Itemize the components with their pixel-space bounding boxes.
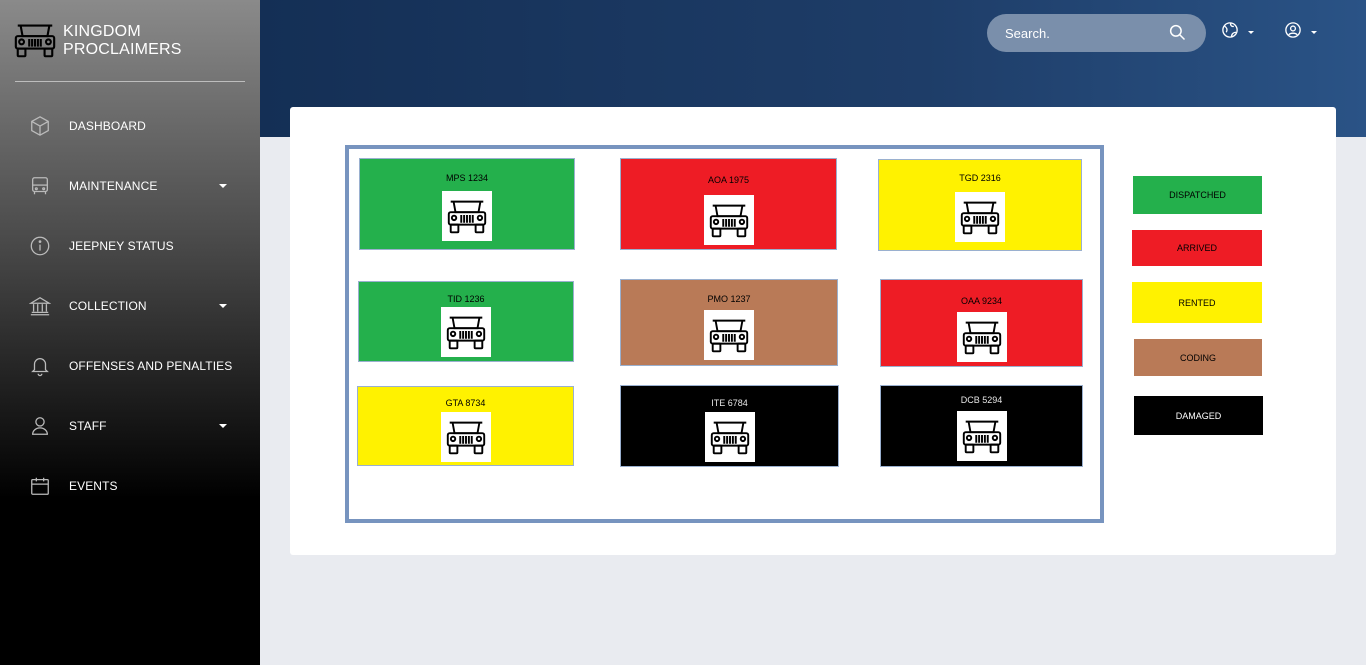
brand[interactable]: KINGDOM PROCLAIMERS	[12, 18, 260, 64]
calendar-icon	[28, 474, 52, 498]
bank-icon	[28, 294, 52, 318]
sidebar-item-jeepney-status[interactable]: JEEPNEY STATUS	[0, 216, 260, 276]
sidebar-item-dashboard[interactable]: DASHBOARD	[0, 96, 260, 156]
jeep-icon	[956, 411, 1007, 461]
plate-number: GTA 8734	[445, 398, 486, 408]
user-icon	[28, 414, 52, 438]
jeepney-tile[interactable]: ITE 6784	[620, 385, 839, 467]
jeep-icon	[956, 312, 1007, 362]
plate-number: DCB 5294	[960, 395, 1003, 405]
jeep-icon	[703, 195, 754, 245]
globe-icon	[1221, 21, 1239, 44]
user-circle-icon	[1284, 21, 1302, 44]
plate-number: ITE 6784	[711, 398, 748, 408]
chevron-down-icon[interactable]	[219, 184, 227, 188]
legend-rented: RENTED	[1132, 282, 1262, 323]
jeepney-tile[interactable]: AOA 1975	[620, 158, 837, 250]
user-menu-button[interactable]	[1284, 21, 1317, 44]
chevron-down-icon	[1311, 30, 1317, 34]
plate-number: AOA 1975	[707, 175, 750, 185]
chevron-down-icon	[1248, 30, 1254, 34]
sidebar-item-label: STAFF	[69, 419, 107, 433]
bus-icon	[28, 174, 52, 198]
sidebar-item-label: OFFENSES AND PENALTIES	[69, 359, 233, 373]
brand-title: KINGDOM PROCLAIMERS	[63, 23, 182, 58]
plate-number: PMO 1237	[707, 294, 751, 304]
sidebar-item-collection[interactable]: COLLECTION	[0, 276, 260, 336]
plate-number: MPS 1234	[445, 173, 489, 183]
legend-dispatched: DISPATCHED	[1133, 176, 1262, 214]
jeepney-board: MPS 1234 AOA 1975 TGD 2316 TID 1236 PMO …	[345, 145, 1104, 523]
chevron-down-icon[interactable]	[219, 424, 227, 428]
plate-number: TID 1236	[447, 294, 485, 304]
legend-damaged: DAMAGED	[1134, 396, 1263, 435]
jeep-icon	[704, 310, 754, 360]
jeepney-tile[interactable]: OAA 9234	[880, 279, 1083, 367]
jeepney-tile[interactable]: TGD 2316	[878, 159, 1082, 251]
legend-coding: CODING	[1134, 339, 1262, 376]
brand-divider	[15, 81, 245, 82]
jeepney-tile[interactable]: MPS 1234	[359, 158, 575, 250]
jeep-icon	[441, 307, 491, 357]
sidebar-item-label: MAINTENANCE	[69, 179, 158, 193]
search-icon[interactable]	[1168, 23, 1188, 43]
jeepney-tile[interactable]: GTA 8734	[357, 386, 574, 466]
sidebar-nav: DASHBOARD MAINTENANCE JEEPNEY STATUS COL…	[0, 96, 260, 516]
plate-number: OAA 9234	[960, 296, 1003, 306]
language-menu-button[interactable]	[1221, 21, 1254, 44]
sidebar: KINGDOM PROCLAIMERS DASHBOARD MAINTENANC…	[0, 0, 260, 665]
jeep-icon	[704, 412, 755, 462]
sidebar-item-label: EVENTS	[69, 479, 118, 493]
chevron-down-icon[interactable]	[219, 304, 227, 308]
legend-arrived: ARRIVED	[1132, 230, 1262, 266]
jeepney-tile[interactable]: TID 1236	[358, 281, 574, 362]
info-icon	[28, 234, 52, 258]
sidebar-item-label: JEEPNEY STATUS	[69, 239, 174, 253]
sidebar-item-label: DASHBOARD	[69, 119, 146, 133]
search-input[interactable]	[1005, 25, 1155, 41]
jeepney-tile[interactable]: PMO 1237	[620, 279, 838, 366]
jeep-icon	[440, 412, 491, 462]
bell-icon	[28, 354, 52, 378]
sidebar-item-staff[interactable]: STAFF	[0, 396, 260, 456]
jeepney-tile[interactable]: DCB 5294	[880, 385, 1083, 467]
jeepney-status-card: MPS 1234 AOA 1975 TGD 2316 TID 1236 PMO …	[290, 107, 1336, 555]
jeep-icon	[955, 192, 1005, 242]
search-bar[interactable]	[987, 14, 1206, 52]
box-icon	[28, 114, 52, 138]
sidebar-item-offenses[interactable]: OFFENSES AND PENALTIES	[0, 336, 260, 396]
sidebar-item-maintenance[interactable]: MAINTENANCE	[0, 156, 260, 216]
jeep-logo-icon	[12, 16, 58, 67]
plate-number: TGD 2316	[959, 173, 1001, 183]
jeep-icon	[442, 191, 492, 241]
sidebar-item-label: COLLECTION	[69, 299, 147, 313]
sidebar-item-events[interactable]: EVENTS	[0, 456, 260, 516]
